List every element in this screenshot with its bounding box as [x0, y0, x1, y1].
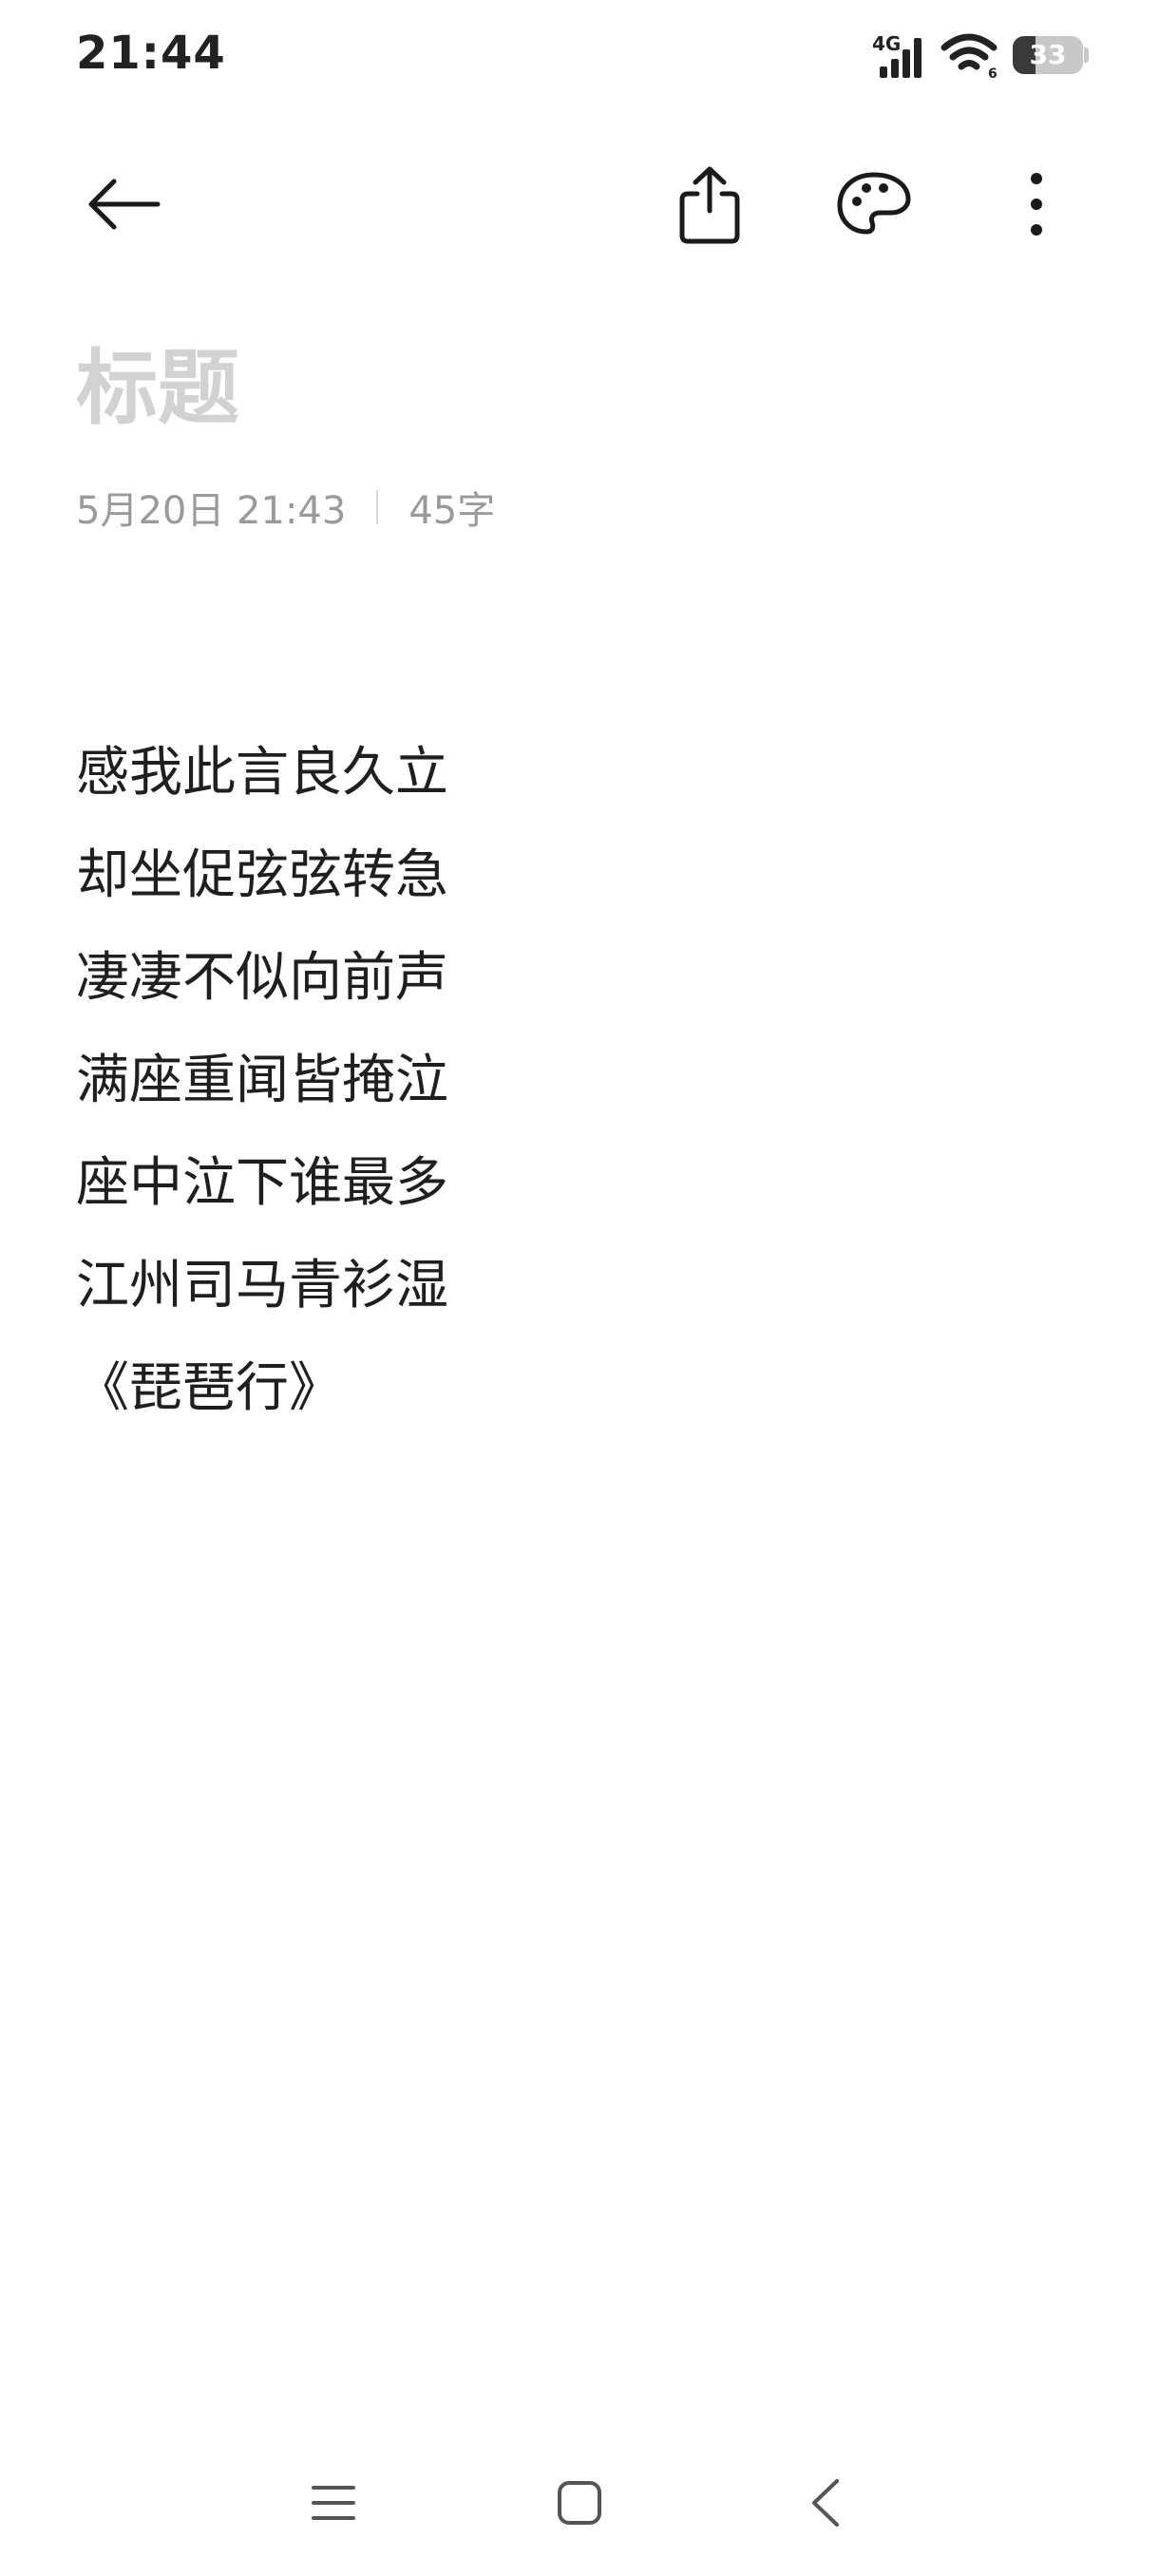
palette-icon [837, 172, 911, 235]
meta-divider [376, 490, 379, 524]
note-editor-screen: 21:44 4G 6 33 标题 5月20日 21:43 45字 感我此言良久立… [0, 0, 1159, 2576]
note-line: 凄凄不似向前声 [76, 947, 448, 1009]
word-count: 45字 [408, 489, 496, 533]
status-time: 21:44 [76, 27, 226, 80]
editor-toolbar [0, 152, 1159, 266]
note-line: 座中泣下谁最多 [76, 1152, 448, 1214]
note-line: 江州司马青衫湿 [76, 1255, 448, 1316]
status-icons: 4G 6 33 [864, 27, 1089, 84]
note-meta: 5月20日 21:43 45字 [76, 480, 495, 535]
note-line: 感我此言良久立 [76, 742, 448, 804]
menu-icon [312, 2486, 355, 2520]
arrow-left-icon [88, 179, 161, 230]
note-line: 却坐促弦弦转急 [76, 844, 448, 906]
battery-icon: 33 [1013, 36, 1089, 74]
network-type-label: 4G [872, 32, 902, 55]
home-square-icon [558, 2481, 601, 2525]
wifi-icon: 6 [940, 30, 999, 82]
note-body-editor[interactable]: 感我此言良久立 却坐促弦弦转急 凄凄不似向前声 满座重闻皆掩泣 座中泣下谁最多 … [76, 722, 1083, 1440]
back-button[interactable] [71, 152, 176, 256]
battery-level-text: 33 [1029, 39, 1067, 70]
note-date: 5月20日 21:43 [76, 489, 347, 533]
svg-text:6: 6 [988, 66, 998, 80]
recent-apps-button[interactable] [281, 2451, 386, 2555]
home-button[interactable] [527, 2451, 632, 2555]
note-line: 满座重闻皆掩泣 [76, 1050, 448, 1111]
share-icon [679, 166, 740, 244]
note-line: 《琵琶行》 [76, 1357, 342, 1419]
theme-button[interactable] [822, 152, 926, 256]
status-bar: 21:44 4G 6 33 [0, 0, 1159, 114]
more-options-button[interactable] [984, 152, 1089, 256]
system-nav-bar [0, 2451, 1159, 2555]
more-vertical-icon [1031, 173, 1042, 236]
system-back-button[interactable] [773, 2451, 878, 2555]
back-chevron-icon [812, 2479, 839, 2527]
cellular-signal-icon: 4G [864, 30, 927, 80]
battery-cap [1084, 47, 1089, 63]
share-button[interactable] [657, 152, 762, 256]
note-title-input[interactable]: 标题 [76, 321, 239, 440]
